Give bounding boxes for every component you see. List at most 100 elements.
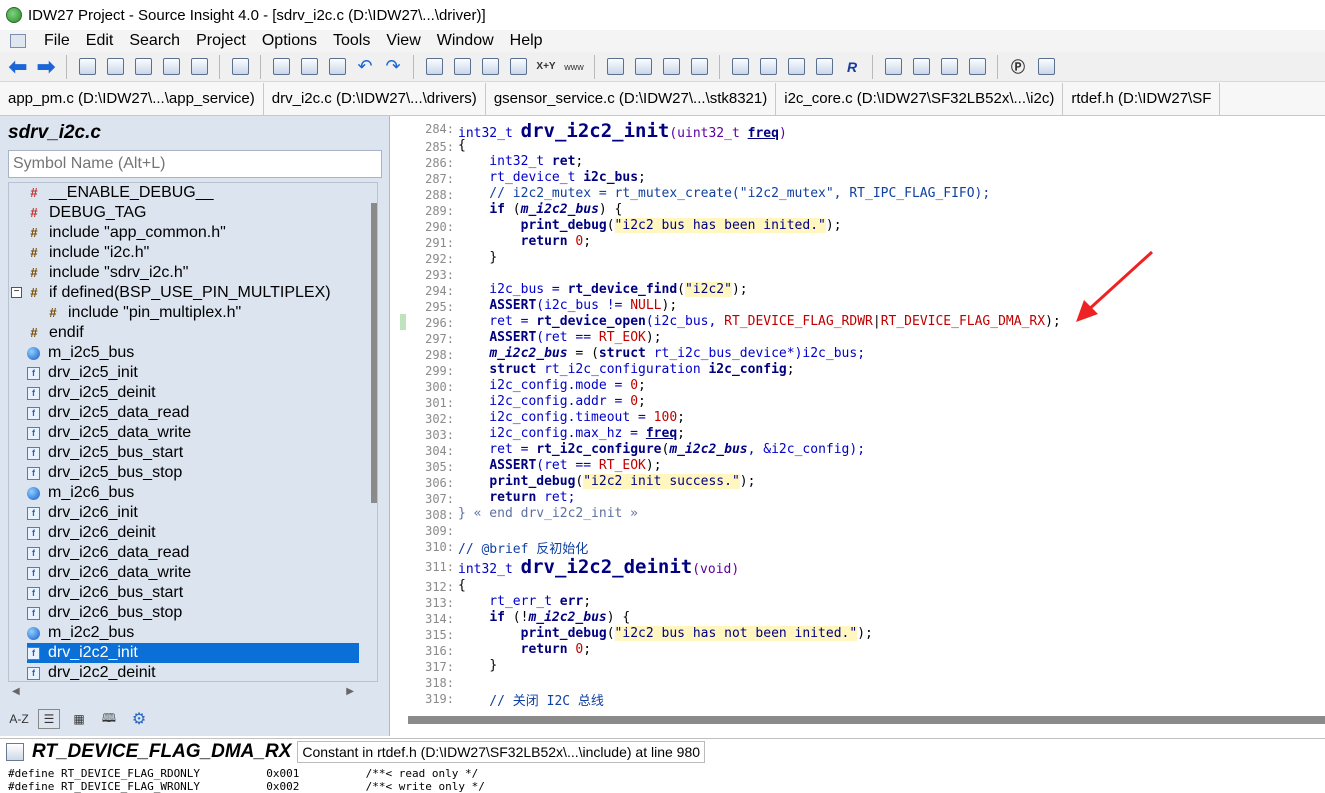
symbol-item[interactable]: f drv_i2c6_bus_stop <box>27 603 359 623</box>
symbol-item[interactable]: f drv_i2c6_init <box>27 503 359 523</box>
symbol-item[interactable]: m_i2c2_bus <box>27 623 359 643</box>
list-view-icon[interactable]: ☰ <box>38 709 60 729</box>
menu-search[interactable]: Search <box>121 32 188 50</box>
collapse-toggle-icon[interactable]: − <box>11 287 22 298</box>
symbol-search-input[interactable] <box>8 150 382 178</box>
line-number-gutter: 284: 285: 286: 287: 288: 289: 290: 291: 292: 293:… <box>400 116 455 712</box>
symbol-item-label: __ENABLE_DEBUG__ <box>49 184 214 201</box>
layout-windows-icon[interactable] <box>965 56 989 78</box>
copy-icon[interactable] <box>297 56 321 78</box>
search-files-icon[interactable] <box>506 56 530 78</box>
save-all-icon[interactable] <box>187 56 211 78</box>
symbol-item[interactable]: f drv_i2c5_bus_stop <box>27 463 359 483</box>
symbol-item[interactable]: f drv_i2c2_init <box>27 643 359 663</box>
symbol-list-hscrollbar[interactable]: ◀ ▶ <box>8 682 358 700</box>
toolbar-separator <box>219 54 220 79</box>
browse-icon[interactable] <box>784 56 808 78</box>
paste-icon[interactable] <box>325 56 349 78</box>
context-header: RT_DEVICE_FLAG_DMA_RX Constant in rtdef.… <box>0 739 706 765</box>
scroll-right-icon[interactable]: ▶ <box>346 686 354 697</box>
menu-edit[interactable]: Edit <box>78 32 122 50</box>
project-icon[interactable]: Ⓟ <box>1006 56 1030 78</box>
symbol-item[interactable]: f drv_i2c5_init <box>27 363 359 383</box>
line-number: 296: <box>425 316 454 330</box>
code-editor[interactable]: 284: 285: 286: 287: 288: 289: 290: 291: 292: 293:… <box>400 116 1325 712</box>
symbol-item[interactable]: f drv_i2c5_bus_start <box>27 443 359 463</box>
search-forward-icon[interactable] <box>478 56 502 78</box>
symbol-item[interactable]: f drv_i2c5_deinit <box>27 383 359 403</box>
line-number: 299: <box>425 364 454 378</box>
symbol-item[interactable]: f drv_i2c6_deinit <box>27 523 359 543</box>
references-icon[interactable]: R <box>840 56 864 78</box>
save-as-icon[interactable] <box>159 56 183 78</box>
symbol-item[interactable]: # include "i2c.h" <box>27 243 359 263</box>
print-icon[interactable] <box>228 56 252 78</box>
search-icon[interactable] <box>422 56 446 78</box>
replace-icon[interactable]: X+Y <box>534 56 558 78</box>
code-line-308: } « end drv_i2c2_init » <box>458 506 639 521</box>
jump-icon[interactable] <box>659 56 683 78</box>
new-file-icon[interactable] <box>75 56 99 78</box>
lookup-icon[interactable] <box>756 56 780 78</box>
scrollbar-thumb[interactable] <box>371 203 377 503</box>
star-bookmark-icon[interactable] <box>687 56 711 78</box>
line-number: 302: <box>425 412 454 426</box>
scroll-left-icon[interactable]: ◀ <box>12 686 20 697</box>
symbol-list[interactable]: # __ENABLE_DEBUG__ # DEBUG_TAG # include "app… <box>8 182 378 682</box>
gear-icon[interactable]: ⚙ <box>128 709 150 729</box>
symbol-item[interactable]: m_i2c5_bus <box>27 343 359 363</box>
symbol-item[interactable]: f drv_i2c6_data_write <box>27 563 359 583</box>
symbol-item[interactable]: f drv_i2c2_deinit <box>27 663 359 681</box>
sort-az-button[interactable]: A-Z <box>8 709 30 729</box>
tab-i2c-core[interactable]: i2c_core.c (D:\IDW27\SF32LB52x\...\i2c) <box>776 83 1064 115</box>
tab-rtdef[interactable]: rtdef.h (D:\IDW27\SF <box>1063 83 1221 115</box>
redo-icon[interactable]: ↷ <box>381 56 405 78</box>
menu-options[interactable]: Options <box>254 32 325 50</box>
symbol-item[interactable]: # __ENABLE_DEBUG__ <box>27 183 359 203</box>
bookmark-next-icon[interactable] <box>631 56 655 78</box>
function-jump-icon[interactable] <box>812 56 836 78</box>
menu-file[interactable]: File <box>36 32 78 50</box>
symbol-item[interactable]: f drv_i2c6_data_read <box>27 543 359 563</box>
layout-split-icon[interactable] <box>937 56 961 78</box>
layout-grid-icon[interactable] <box>881 56 905 78</box>
symbol-item[interactable]: # include "pin_multiplex.h" <box>46 303 359 323</box>
web-search-icon[interactable]: www <box>562 56 586 78</box>
symbol-item[interactable]: # endif <box>27 323 359 343</box>
symbol-item[interactable]: m_i2c6_bus <box>27 483 359 503</box>
symbol-item-label: if defined(BSP_USE_PIN_MULTIPLEX) <box>49 284 331 301</box>
layout-panel-icon[interactable] <box>909 56 933 78</box>
symbol-item[interactable]: # if defined(BSP_USE_PIN_MULTIPLEX) <box>27 283 359 303</box>
tab-app-pm[interactable]: app_pm.c (D:\IDW27\...\app_service) <box>0 83 264 115</box>
forward-arrow-icon[interactable]: ➡ <box>34 54 58 79</box>
symbol-item[interactable]: f drv_i2c6_bus_start <box>27 583 359 603</box>
menu-help[interactable]: Help <box>502 32 551 50</box>
include-icon: # <box>30 265 38 280</box>
symbol-item[interactable]: # DEBUG_TAG <box>27 203 359 223</box>
tab-gsensor-service[interactable]: gsensor_service.c (D:\IDW27\...\stk8321) <box>485 83 777 115</box>
document-icon[interactable] <box>10 34 26 48</box>
book-icon[interactable]: 🕮 <box>98 709 120 729</box>
cut-icon[interactable] <box>269 56 293 78</box>
menu-window[interactable]: Window <box>429 32 502 50</box>
bookmark-prev-icon[interactable] <box>603 56 627 78</box>
menu-tools[interactable]: Tools <box>325 32 378 50</box>
search-backward-icon[interactable] <box>450 56 474 78</box>
relation-window-icon[interactable] <box>1034 56 1058 78</box>
symbol-item[interactable]: f drv_i2c5_data_write <box>27 423 359 443</box>
menu-view[interactable]: View <box>378 32 428 50</box>
menu-project[interactable]: Project <box>188 32 254 50</box>
save-icon[interactable] <box>131 56 155 78</box>
tab-drv-i2c[interactable]: drv_i2c.c (D:\IDW27\...\drivers) <box>263 83 486 115</box>
undo-icon[interactable]: ↶ <box>353 56 377 78</box>
symbol-item[interactable]: f drv_i2c5_data_read <box>27 403 359 423</box>
symbol-info-icon[interactable] <box>728 56 752 78</box>
open-folder-icon[interactable] <box>103 56 127 78</box>
back-arrow-icon[interactable]: ⬅ <box>6 54 30 79</box>
symbol-item[interactable]: # include "sdrv_i2c.h" <box>27 263 359 283</box>
code-hscrollbar[interactable] <box>408 716 1325 724</box>
category-icon[interactable]: ▦ <box>68 709 90 729</box>
symbol-list-scrollbar[interactable] <box>369 183 377 681</box>
symbol-item[interactable]: # include "app_common.h" <box>27 223 359 243</box>
context-code[interactable]: #define RT_DEVICE_FLAG_RDONLY 0x001 /**<… <box>0 765 1325 793</box>
